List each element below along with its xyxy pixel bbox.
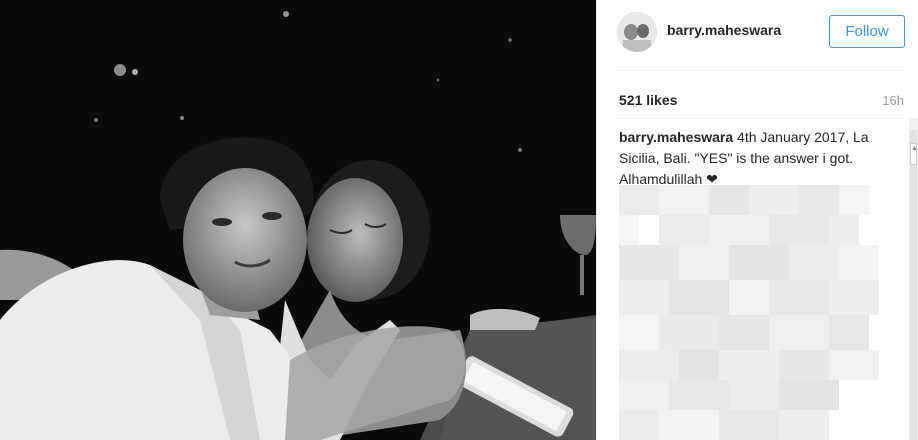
post-header: barry.maheswara Follow [597, 0, 918, 70]
post-caption: barry.maheswara 4th January 2017, La Sic… [619, 127, 889, 190]
likes-divider [617, 118, 904, 119]
post-sidebar: barry.maheswara Follow 521 likes 16h bar… [596, 0, 918, 440]
likes-count[interactable]: 521 likes [619, 92, 677, 108]
comments-scroll-thumb[interactable] [910, 130, 917, 440]
blurred-comments [619, 185, 889, 440]
scroll-up-arrow-icon[interactable]: ▲▼ [910, 143, 918, 165]
follow-button[interactable]: Follow [829, 15, 905, 48]
post-photo-image [0, 0, 596, 440]
caption-username[interactable]: barry.maheswara [619, 129, 733, 145]
post-photo[interactable] [0, 0, 596, 440]
blurred-comments-pixels [619, 185, 889, 440]
post-time[interactable]: 16h [882, 93, 904, 108]
username-link[interactable]: barry.maheswara [667, 22, 781, 38]
avatar[interactable] [617, 12, 657, 52]
header-divider [617, 70, 904, 71]
profile-avatar-icon [617, 12, 657, 52]
